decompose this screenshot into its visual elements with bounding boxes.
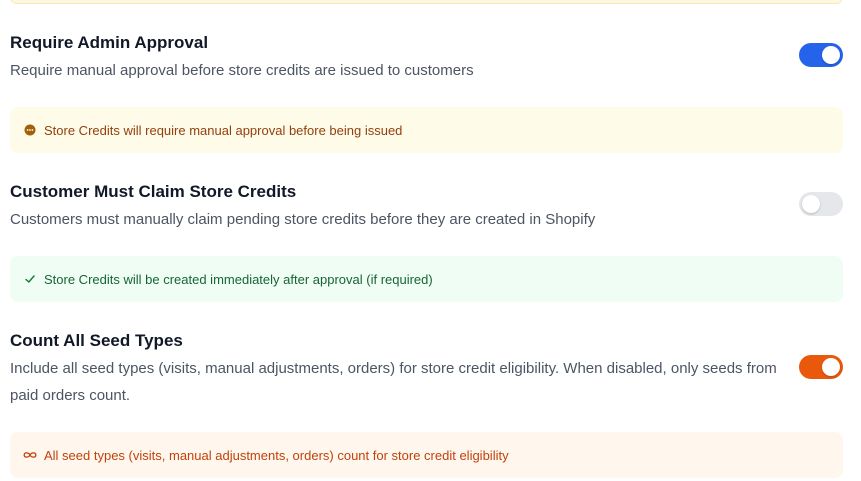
toggle-knob (822, 358, 840, 376)
setting-title: Require Admin Approval (10, 33, 209, 52)
notice-text: Store Credits will require manual approv… (44, 122, 403, 138)
setting-description: Include all seed types (visits, manual a… (10, 360, 777, 404)
check-icon (23, 273, 37, 285)
customer-must-claim-toggle[interactable] (799, 192, 843, 216)
toggle-knob (822, 46, 840, 64)
store-credit-settings: Require Admin Approval Require manual ap… (0, 0, 861, 481)
infinity-icon (23, 451, 37, 459)
previous-notice-edge (10, 0, 843, 4)
setting-require-admin-approval: Require Admin Approval Require manual ap… (10, 32, 843, 84)
setting-customer-must-claim: Customer Must Claim Store Credits Custom… (10, 181, 843, 233)
toggle-knob (802, 195, 820, 213)
notice-text: Store Credits will be created immediatel… (44, 271, 433, 287)
seed-types-notice: All seed types (visits, manual adjustmen… (10, 432, 843, 478)
clock-icon (23, 124, 37, 136)
immediate-creation-notice: Store Credits will be created immediatel… (10, 256, 843, 302)
setting-title: Count All Seed Types (10, 331, 183, 350)
setting-description: Require manual approval before store cre… (10, 62, 474, 79)
setting-title: Customer Must Claim Store Credits (10, 182, 297, 201)
require-admin-approval-toggle[interactable] (799, 43, 843, 67)
notice-text: All seed types (visits, manual adjustmen… (44, 447, 509, 463)
count-all-seed-types-toggle[interactable] (799, 355, 843, 379)
setting-description: Customers must manually claim pending st… (10, 211, 596, 228)
approval-notice: Store Credits will require manual approv… (10, 107, 843, 153)
setting-count-all-seed-types: Count All Seed Types Include all seed ty… (10, 330, 843, 409)
